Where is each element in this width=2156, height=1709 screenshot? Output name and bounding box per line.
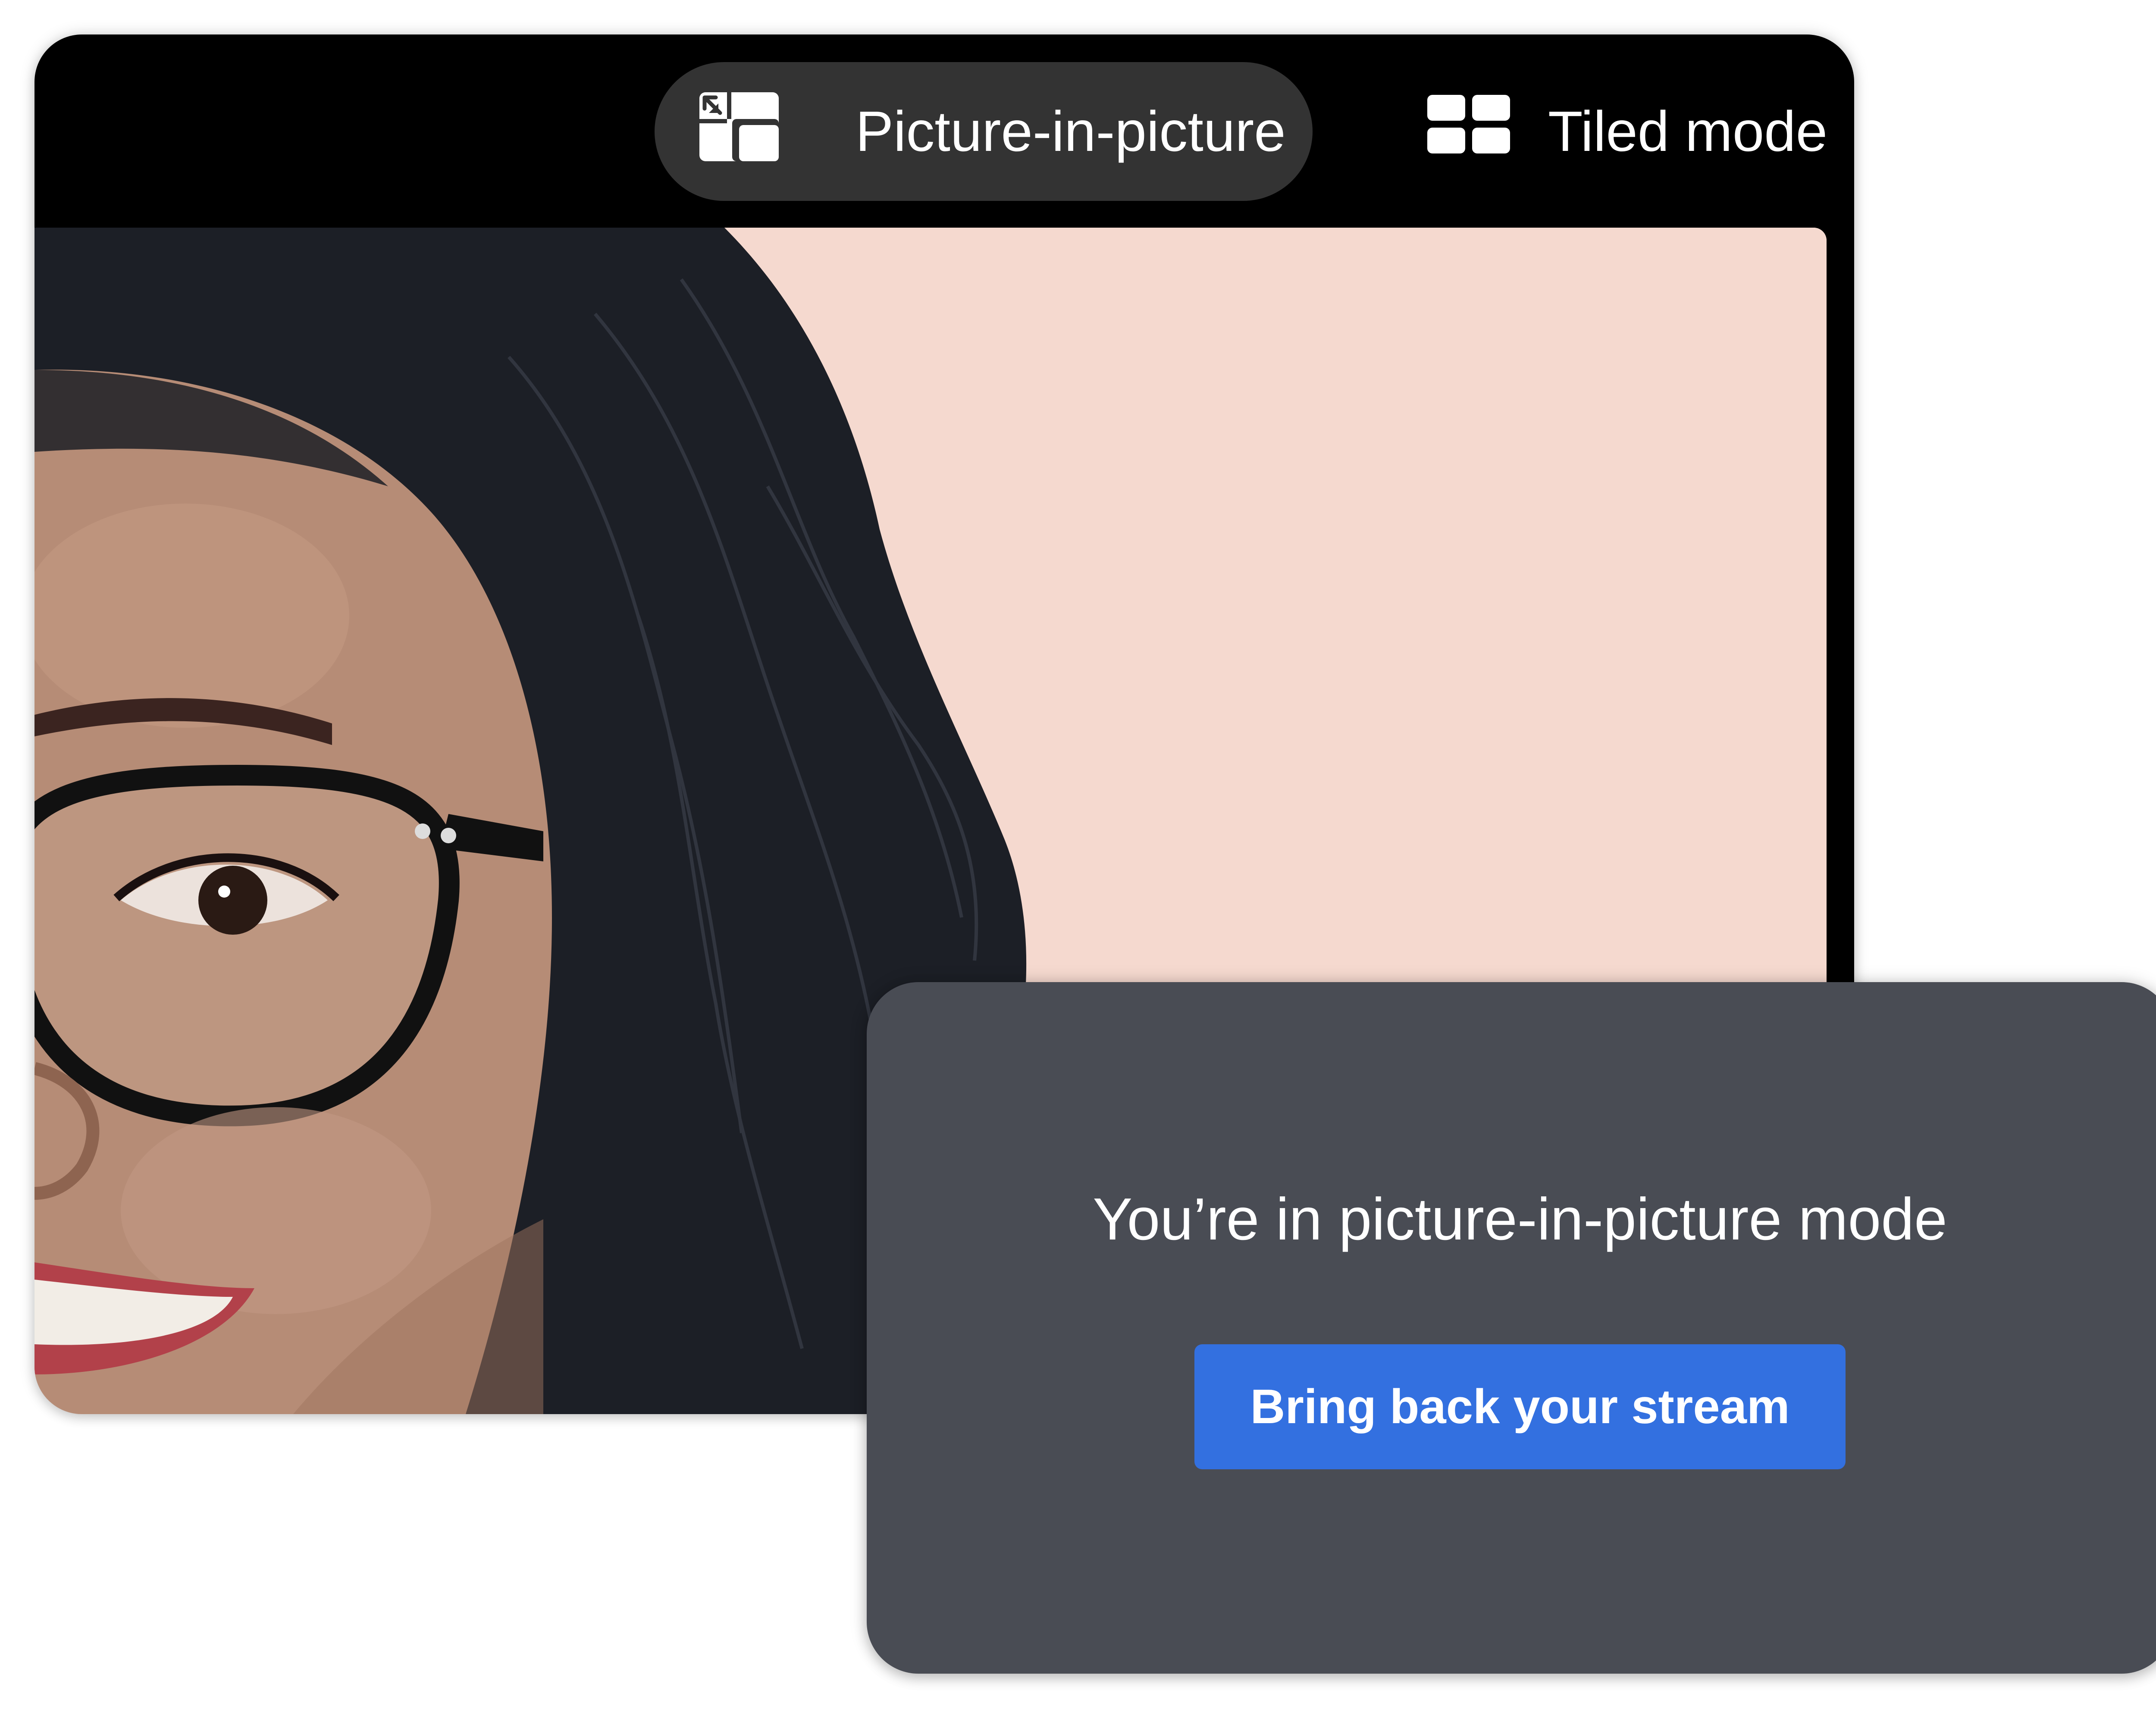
tiled-mode-button[interactable]: Tiled mode [1384,62,1837,201]
picture-in-picture-icon [699,92,779,161]
picture-in-picture-label: Picture-in-picture [856,100,1286,163]
bring-back-stream-button[interactable]: Bring back your stream [1194,1344,1846,1469]
pip-mode-message: You’re in picture-in-picture mode [1093,1186,1947,1252]
tiled-grid-icon [1427,95,1510,153]
tiled-mode-label: Tiled mode [1548,100,1828,163]
picture-in-picture-button[interactable]: Picture-in-picture [655,62,1313,201]
pip-notice-panel: You’re in picture-in-picture mode Bring … [867,982,2156,1674]
